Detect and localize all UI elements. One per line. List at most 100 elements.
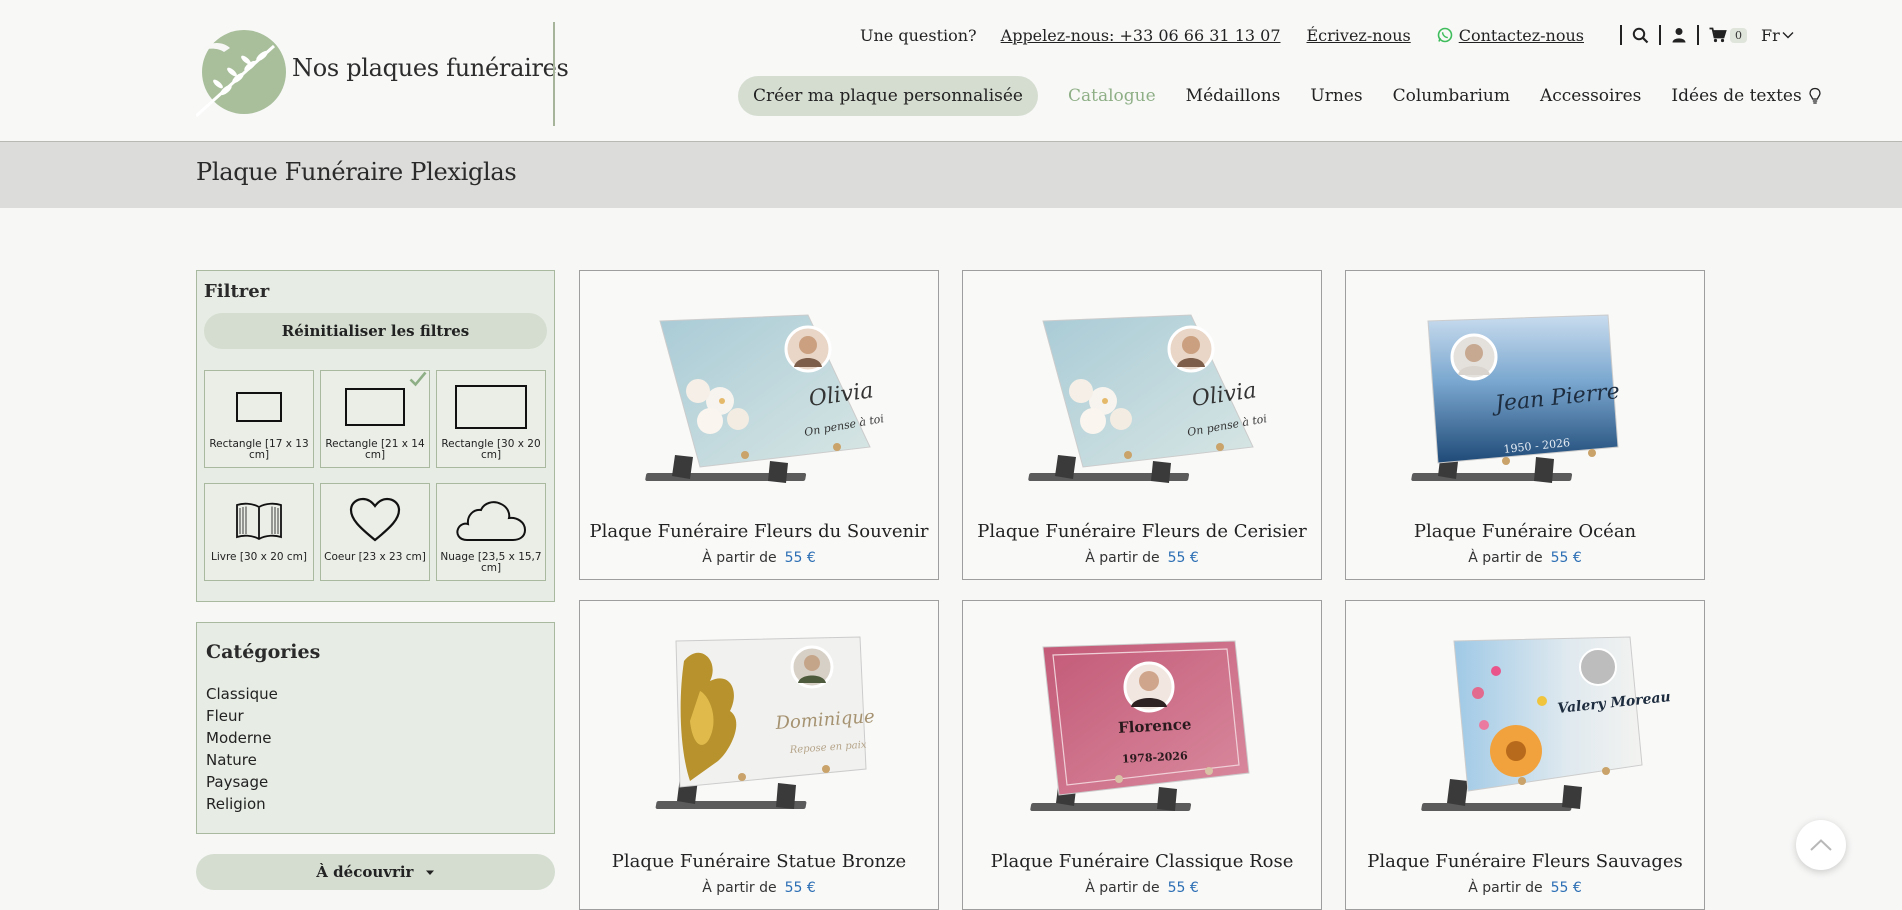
- question-text: Une question?: [860, 25, 977, 45]
- site-header: Nos plaques funéraires Une question? App…: [0, 0, 1902, 142]
- search-button[interactable]: [1632, 27, 1649, 44]
- user-icon: [1672, 28, 1686, 43]
- price-prefix: À partir de: [1468, 550, 1543, 566]
- nav-urnes[interactable]: Urnes: [1310, 86, 1362, 106]
- price-amount: 55 €: [1550, 880, 1582, 896]
- product-card[interactable]: Valery Moreau Plaque Funéraire Fleurs Sa…: [1345, 600, 1705, 910]
- product-image: Olivia On pense à toi: [1028, 314, 1268, 483]
- chevron-down-icon: [1782, 32, 1794, 39]
- cart-count: 0: [1730, 27, 1747, 43]
- product-price: À partir de 55 €: [963, 550, 1321, 566]
- cart-icon: [1709, 27, 1727, 43]
- product-card[interactable]: Dominique Repose en paix Plaque Funérair…: [579, 600, 939, 910]
- product-name[interactable]: Plaque Funéraire Océan: [1346, 521, 1704, 542]
- category-religion[interactable]: Religion: [206, 793, 278, 815]
- filter-shape-label: Rectangle [30 x 20 cm]: [441, 438, 541, 461]
- product-name[interactable]: Plaque Funéraire Classique Rose: [963, 851, 1321, 872]
- write-link[interactable]: Écrivez-nous: [1307, 26, 1411, 45]
- price-prefix: À partir de: [1085, 880, 1160, 896]
- filter-shape-label: Rectangle [21 x 14 cm]: [325, 438, 425, 461]
- filter-shape-coeur[interactable]: Coeur [23 x 23 cm]: [320, 483, 430, 581]
- filter-shape-rectangle-21x14[interactable]: Rectangle [21 x 14 cm]: [320, 370, 430, 468]
- lightbulb-icon: [1809, 87, 1821, 104]
- nav-idees-label: Idées de textes: [1671, 86, 1802, 106]
- caret-down-icon: [425, 870, 434, 875]
- create-plaque-button[interactable]: Créer ma plaque personnalisée: [738, 76, 1038, 116]
- filter-title: Filtrer: [204, 281, 270, 302]
- product-price: À partir de 55 €: [580, 550, 938, 566]
- product-price: À partir de 55 €: [1346, 550, 1704, 566]
- separator: [1697, 25, 1699, 45]
- product-name[interactable]: Plaque Funéraire Statue Bronze: [580, 851, 938, 872]
- nav-idees-textes[interactable]: Idées de textes: [1671, 86, 1821, 106]
- price-prefix: À partir de: [702, 880, 777, 896]
- category-nature[interactable]: Nature: [206, 749, 278, 771]
- product-card[interactable]: Olivia On pense à toi Plaque Funéraire F…: [962, 270, 1322, 580]
- product-name[interactable]: Plaque Funéraire Fleurs de Cerisier: [963, 521, 1321, 542]
- filter-shape-nuage[interactable]: Nuage [23,5 x 15,7 cm]: [436, 483, 546, 581]
- brand-name: Nos plaques funéraires: [292, 54, 569, 82]
- category-classique[interactable]: Classique: [206, 683, 278, 705]
- filter-shape-label: Coeur [23 x 23 cm]: [324, 551, 426, 563]
- scroll-to-top-button[interactable]: [1796, 820, 1846, 870]
- product-price: À partir de 55 €: [580, 880, 938, 896]
- product-name[interactable]: Plaque Funéraire Fleurs Sauvages: [1346, 851, 1704, 872]
- plate-name-text: Florence: [1118, 715, 1192, 737]
- separator: [1659, 25, 1661, 45]
- filter-shape-rectangle-30x20[interactable]: Rectangle [30 x 20 cm]: [436, 370, 546, 468]
- discover-label: À découvrir: [316, 863, 414, 881]
- dove-logo-icon: [196, 30, 286, 118]
- main-nav: Créer ma plaque personnalisée Catalogue …: [738, 76, 1822, 116]
- filter-shape-livre[interactable]: Livre [30 x 20 cm]: [204, 483, 314, 581]
- product-card[interactable]: Florence 1978-2026 Plaque Funéraire Clas…: [962, 600, 1322, 910]
- page-title: Plaque Funéraire Plexiglas: [196, 158, 517, 186]
- filter-shape-label: Rectangle [17 x 13 cm]: [209, 438, 309, 461]
- book-icon: [236, 502, 282, 541]
- filter-shape-label: Nuage [23,5 x 15,7 cm]: [440, 551, 542, 574]
- category-moderne[interactable]: Moderne: [206, 727, 278, 749]
- cloud-icon: [456, 501, 527, 541]
- language-label: Fr: [1761, 25, 1780, 45]
- discover-dropdown-button[interactable]: À découvrir: [196, 854, 555, 890]
- nav-accessoires[interactable]: Accessoires: [1540, 86, 1641, 106]
- reset-filters-button[interactable]: Réinitialiser les filtres: [204, 313, 547, 349]
- price-amount: 55 €: [1167, 550, 1199, 566]
- logo-divider: [553, 22, 555, 126]
- filter-shape-rectangle-17x13[interactable]: Rectangle [17 x 13 cm]: [204, 370, 314, 468]
- small-rectangle-icon: [236, 392, 282, 422]
- whatsapp-icon: [1437, 27, 1453, 43]
- account-button[interactable]: [1671, 27, 1687, 43]
- product-card[interactable]: Olivia On pense à toi Plaque Funéraire F…: [579, 270, 939, 580]
- price-amount: 55 €: [784, 550, 816, 566]
- contact-label: Contactez-nous: [1458, 25, 1584, 45]
- separator: [1620, 25, 1622, 45]
- filter-shape-label: Livre [30 x 20 cm]: [210, 551, 307, 563]
- product-image: Olivia On pense à toi: [645, 314, 885, 483]
- nav-catalogue[interactable]: Catalogue: [1068, 86, 1156, 106]
- nav-columbarium[interactable]: Columbarium: [1393, 86, 1510, 106]
- category-fleur[interactable]: Fleur: [206, 705, 278, 727]
- page-title-band: Plaque Funéraire Plexiglas: [0, 142, 1902, 208]
- product-image: Dominique Repose en paix: [655, 636, 875, 809]
- language-selector[interactable]: Fr: [1761, 26, 1794, 45]
- phone-link[interactable]: Appelez-nous: +33 06 66 31 13 07: [1001, 26, 1281, 45]
- price-amount: 55 €: [784, 880, 816, 896]
- nav-medaillons[interactable]: Médaillons: [1186, 86, 1281, 106]
- price-prefix: À partir de: [702, 550, 777, 566]
- contact-link[interactable]: Contactez-nous: [1437, 26, 1584, 45]
- product-image: Valery Moreau: [1421, 636, 1671, 811]
- cart-button[interactable]: 0: [1709, 27, 1747, 43]
- search-icon: [1632, 27, 1649, 43]
- category-paysage[interactable]: Paysage: [206, 771, 278, 793]
- price-amount: 55 €: [1167, 880, 1199, 896]
- top-bar: Une question? Appelez-nous: +33 06 66 31…: [860, 24, 1794, 46]
- site-logo[interactable]: Nos plaques funéraires: [196, 28, 569, 124]
- product-card[interactable]: Jean Pierre 1950 - 2026 Plaque Funéraire…: [1345, 270, 1705, 580]
- categories-title: Catégories: [206, 641, 321, 663]
- price-amount: 55 €: [1550, 550, 1582, 566]
- product-name[interactable]: Plaque Funéraire Fleurs du Souvenir: [580, 521, 938, 542]
- medium-rectangle-icon: [345, 388, 405, 426]
- product-image: Jean Pierre 1950 - 2026: [1411, 314, 1621, 483]
- price-prefix: À partir de: [1468, 880, 1543, 896]
- price-prefix: À partir de: [1085, 550, 1160, 566]
